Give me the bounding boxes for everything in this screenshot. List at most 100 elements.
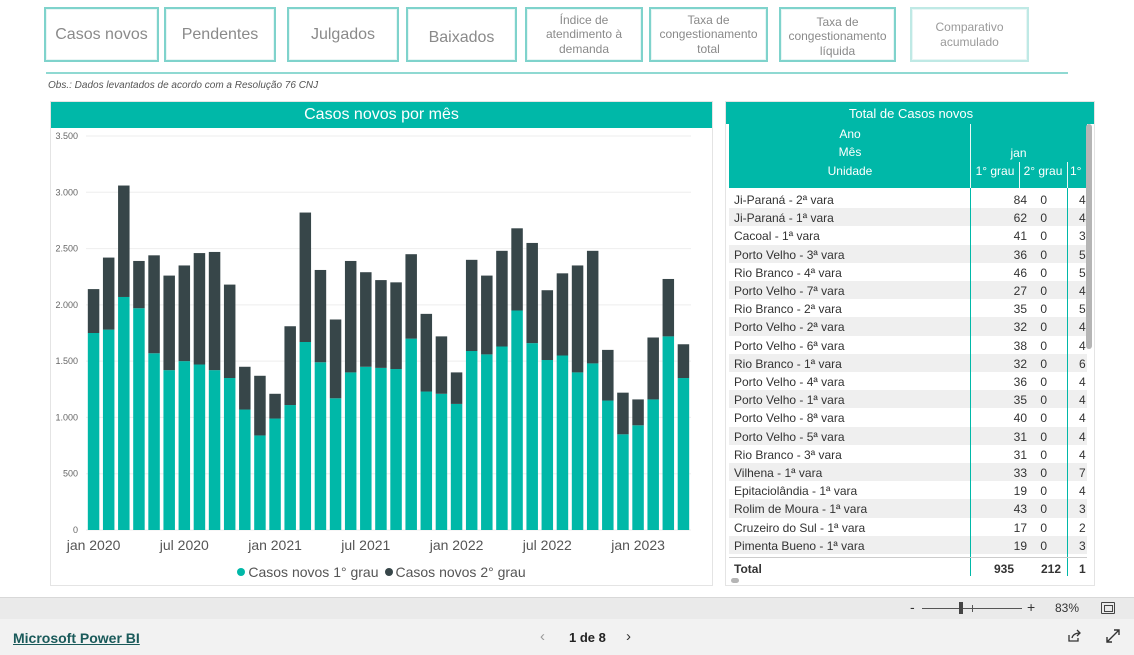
bar-1-grau[interactable]: [102, 329, 115, 530]
bar-1-grau[interactable]: [269, 418, 281, 530]
bar-2-grau[interactable]: [178, 265, 191, 362]
bar-1-grau[interactable]: [420, 391, 433, 530]
table-row[interactable]: Pimenta Bueno - 1ª vara 19 0 3: [729, 535, 1087, 554]
bar-1-grau[interactable]: [496, 346, 508, 530]
bar-2-grau[interactable]: [571, 265, 584, 373]
bar-2-grau[interactable]: [329, 319, 342, 399]
bar-2-grau[interactable]: [269, 393, 281, 419]
fullscreen-icon[interactable]: [1105, 628, 1121, 649]
table-row[interactable]: Porto Velho - 5ª vara 31 0 4: [729, 426, 1087, 445]
nav-baixados-button[interactable]: Baixados: [406, 7, 517, 62]
bar-2-grau[interactable]: [133, 260, 145, 309]
bar-2-grau[interactable]: [223, 284, 236, 379]
table-row[interactable]: Vilhena - 1ª vara 33 0 7: [729, 463, 1087, 482]
bar-2-grau[interactable]: [511, 228, 523, 311]
fit-to-page-icon[interactable]: [1101, 602, 1115, 614]
stacked-bar-chart[interactable]: 0 500 1.000 1.500 2.000 2.500 3.000 3.500 jan 20…: [51, 128, 712, 562]
header-1-grau-next[interactable]: 1°: [1067, 162, 1087, 180]
bar-1-grau[interactable]: [239, 409, 251, 530]
matrix-horizontal-scrollbar[interactable]: [731, 578, 739, 583]
bar-2-grau[interactable]: [239, 366, 251, 410]
bar-1-grau[interactable]: [602, 400, 614, 530]
table-row[interactable]: Rio Branco - 2ª vara 35 0 5: [729, 299, 1087, 317]
bar-2-grau[interactable]: [541, 290, 554, 361]
bar-2-grau[interactable]: [193, 253, 206, 365]
bar-1-grau[interactable]: [133, 308, 145, 530]
bar-1-grau[interactable]: [329, 398, 342, 530]
header-1-grau[interactable]: 1° grau: [971, 162, 1019, 180]
bar-1-grau[interactable]: [677, 378, 690, 530]
header-2-grau[interactable]: 2° grau: [1019, 162, 1067, 180]
bar-1-grau[interactable]: [299, 342, 312, 530]
bar-2-grau[interactable]: [390, 282, 402, 370]
bar-1-grau[interactable]: [435, 393, 448, 530]
bar-2-grau[interactable]: [87, 289, 100, 333]
bar-2-grau[interactable]: [617, 392, 629, 435]
chart-visual[interactable]: Casos novos por mês 0 500 1.000 1.500 2.000 2…: [50, 101, 713, 586]
table-row[interactable]: Porto Velho - 1ª vara 35 0 4: [729, 390, 1087, 409]
bar-1-grau[interactable]: [284, 405, 296, 530]
bar-2-grau[interactable]: [677, 344, 690, 379]
legend-item-2-grau[interactable]: Casos novos 2° grau: [384, 564, 526, 580]
bar-2-grau[interactable]: [602, 349, 614, 401]
header-unidade[interactable]: Unidade: [729, 162, 971, 180]
bar-1-grau[interactable]: [481, 354, 493, 530]
bar-2-grau[interactable]: [375, 280, 387, 368]
bar-2-grau[interactable]: [450, 372, 463, 404]
chart-legend[interactable]: Casos novos 1° grau Casos novos 2° grau: [51, 564, 712, 580]
bar-2-grau[interactable]: [647, 337, 659, 400]
table-row[interactable]: Porto Velho - 2ª vara 32 0 4: [729, 317, 1087, 336]
bar-1-grau[interactable]: [405, 338, 417, 530]
next-page-button[interactable]: ›: [626, 628, 631, 645]
bar-2-grau[interactable]: [556, 273, 569, 356]
bar-1-grau[interactable]: [148, 353, 160, 530]
table-row[interactable]: Porto Velho - 4ª vara 36 0 4: [729, 372, 1087, 390]
previous-page-button[interactable]: ‹: [540, 628, 545, 645]
zoom-slider-thumb[interactable]: [959, 602, 963, 614]
bar-1-grau[interactable]: [87, 333, 100, 530]
bar-2-grau[interactable]: [632, 399, 644, 426]
bar-1-grau[interactable]: [344, 372, 357, 530]
matrix-vertical-scrollbar[interactable]: [1086, 124, 1092, 349]
bar-1-grau[interactable]: [511, 310, 523, 530]
table-row[interactable]: Porto Velho - 8ª vara 40 0 4: [729, 408, 1087, 426]
bar-1-grau[interactable]: [208, 370, 221, 530]
nav-comparativo-acumulado-button[interactable]: Comparativo acumulado: [910, 7, 1029, 62]
bar-2-grau[interactable]: [360, 272, 372, 367]
bar-2-grau[interactable]: [435, 336, 448, 394]
bar-2-grau[interactable]: [465, 259, 478, 352]
table-row[interactable]: Cruzeiro do Sul - 1ª vara 17 0 2: [729, 518, 1087, 536]
table-row[interactable]: Porto Velho - 7ª vara 27 0 4: [729, 281, 1087, 300]
matrix-visual[interactable]: Total de Casos novos Ano Mês Unidade jan…: [725, 101, 1095, 586]
bar-2-grau[interactable]: [254, 375, 266, 436]
table-row[interactable]: Ji-Paraná - 1ª vara 62 0 4: [729, 208, 1087, 227]
bar-1-grau[interactable]: [375, 367, 387, 530]
table-row[interactable]: Rolim de Moura - 1ª vara 43 0 3: [729, 499, 1087, 518]
nav-pendentes-button[interactable]: Pendentes: [164, 7, 276, 62]
bar-2-grau[interactable]: [163, 275, 175, 371]
bar-2-grau[interactable]: [586, 250, 599, 364]
nav-taxa-congestionamento-total-button[interactable]: Taxa de congestionamento total: [649, 7, 768, 62]
bar-1-grau[interactable]: [390, 369, 402, 530]
bar-2-grau[interactable]: [662, 278, 675, 337]
bar-2-grau[interactable]: [148, 255, 160, 354]
bar-2-grau[interactable]: [344, 260, 357, 373]
bar-2-grau[interactable]: [102, 257, 115, 330]
table-row[interactable]: Ji-Paraná - 2ª vara 84 0 4: [729, 190, 1087, 208]
table-row[interactable]: Rio Branco - 1ª vara 32 0 6: [729, 353, 1087, 372]
bar-1-grau[interactable]: [223, 378, 236, 530]
bar-2-grau[interactable]: [420, 313, 433, 392]
bar-1-grau[interactable]: [450, 403, 463, 530]
share-icon[interactable]: [1067, 629, 1082, 647]
table-row[interactable]: Porto Velho - 3ª vara 36 0 5: [729, 244, 1087, 263]
bar-2-grau[interactable]: [299, 212, 312, 343]
bar-2-grau[interactable]: [496, 250, 508, 347]
bar-1-grau[interactable]: [163, 370, 175, 530]
bar-1-grau[interactable]: [178, 361, 191, 530]
bar-1-grau[interactable]: [360, 366, 372, 530]
bar-1-grau[interactable]: [526, 343, 538, 530]
bar-1-grau[interactable]: [314, 362, 327, 530]
bar-2-grau[interactable]: [481, 275, 493, 355]
bar-1-grau[interactable]: [586, 363, 599, 530]
table-row[interactable]: Rio Branco - 3ª vara 31 0 4: [729, 445, 1087, 463]
